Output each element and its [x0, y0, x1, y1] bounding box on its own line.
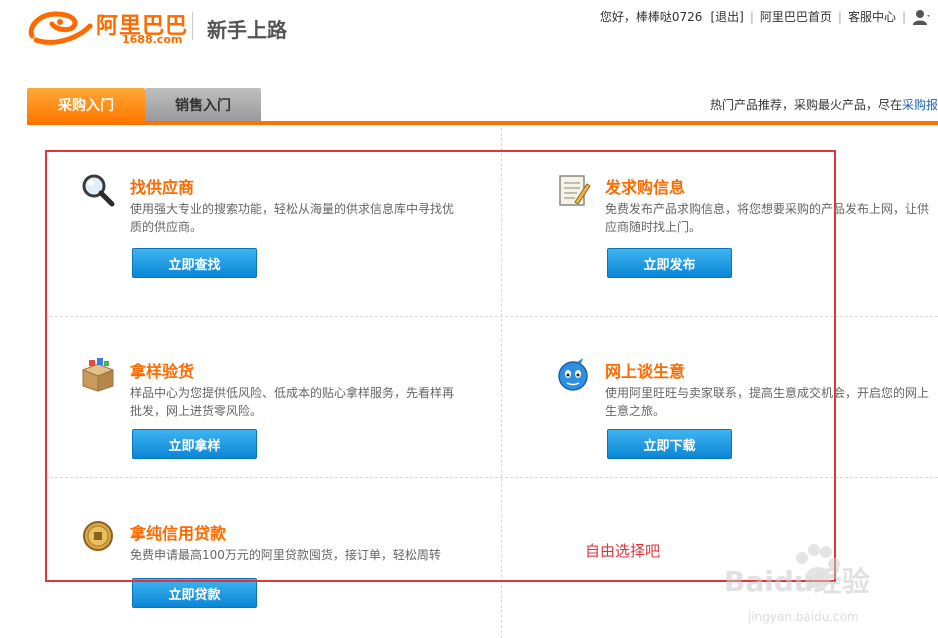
logo-domain: 1688.com	[122, 33, 183, 46]
loan-now-button[interactable]: 立即贷款	[132, 578, 257, 608]
nav-separator: |	[749, 9, 754, 24]
home-link[interactable]: 阿里巴巴首页	[760, 8, 832, 25]
hot-products-text: 热门产品推荐，采购最火产品，尽在	[709, 98, 902, 112]
top-nav: 您好，棒棒哒0726 [退出] | 阿里巴巴首页 | 客服中心 |	[596, 8, 930, 25]
user-greeting: 您好，棒棒哒0726	[599, 10, 703, 24]
baidu-watermark: Baidu经验 jingyan.baidu.com	[718, 540, 928, 632]
user-icon[interactable]	[912, 9, 930, 25]
service-center-link[interactable]: 客服中心	[848, 8, 896, 25]
hot-products-link[interactable]: 采购报	[902, 98, 938, 112]
logo-divider	[192, 12, 193, 40]
alibaba-logo[interactable]: 阿里巴巴 1688.com	[26, 6, 196, 48]
watermark-url: jingyan.baidu.com	[748, 610, 859, 624]
logo-mark-icon	[28, 11, 93, 45]
watermark-text: Baidu经验	[724, 565, 870, 598]
hot-products-banner: 热门产品推荐，采购最火产品，尽在采购报	[710, 96, 938, 113]
logout-link[interactable]: [退出]	[710, 8, 743, 25]
nav-separator: |	[837, 9, 842, 24]
tab-underline	[27, 121, 938, 125]
nav-separator: |	[901, 9, 906, 24]
tab-sales-guide[interactable]: 销售入门	[145, 88, 261, 121]
tab-bar: 采购入门 销售入门	[27, 88, 261, 121]
tab-purchase-guide[interactable]: 采购入门	[27, 88, 145, 121]
page-title: 新手上路	[207, 18, 287, 42]
annotation-text: 自由选择吧	[585, 542, 661, 560]
highlight-box	[45, 150, 836, 582]
